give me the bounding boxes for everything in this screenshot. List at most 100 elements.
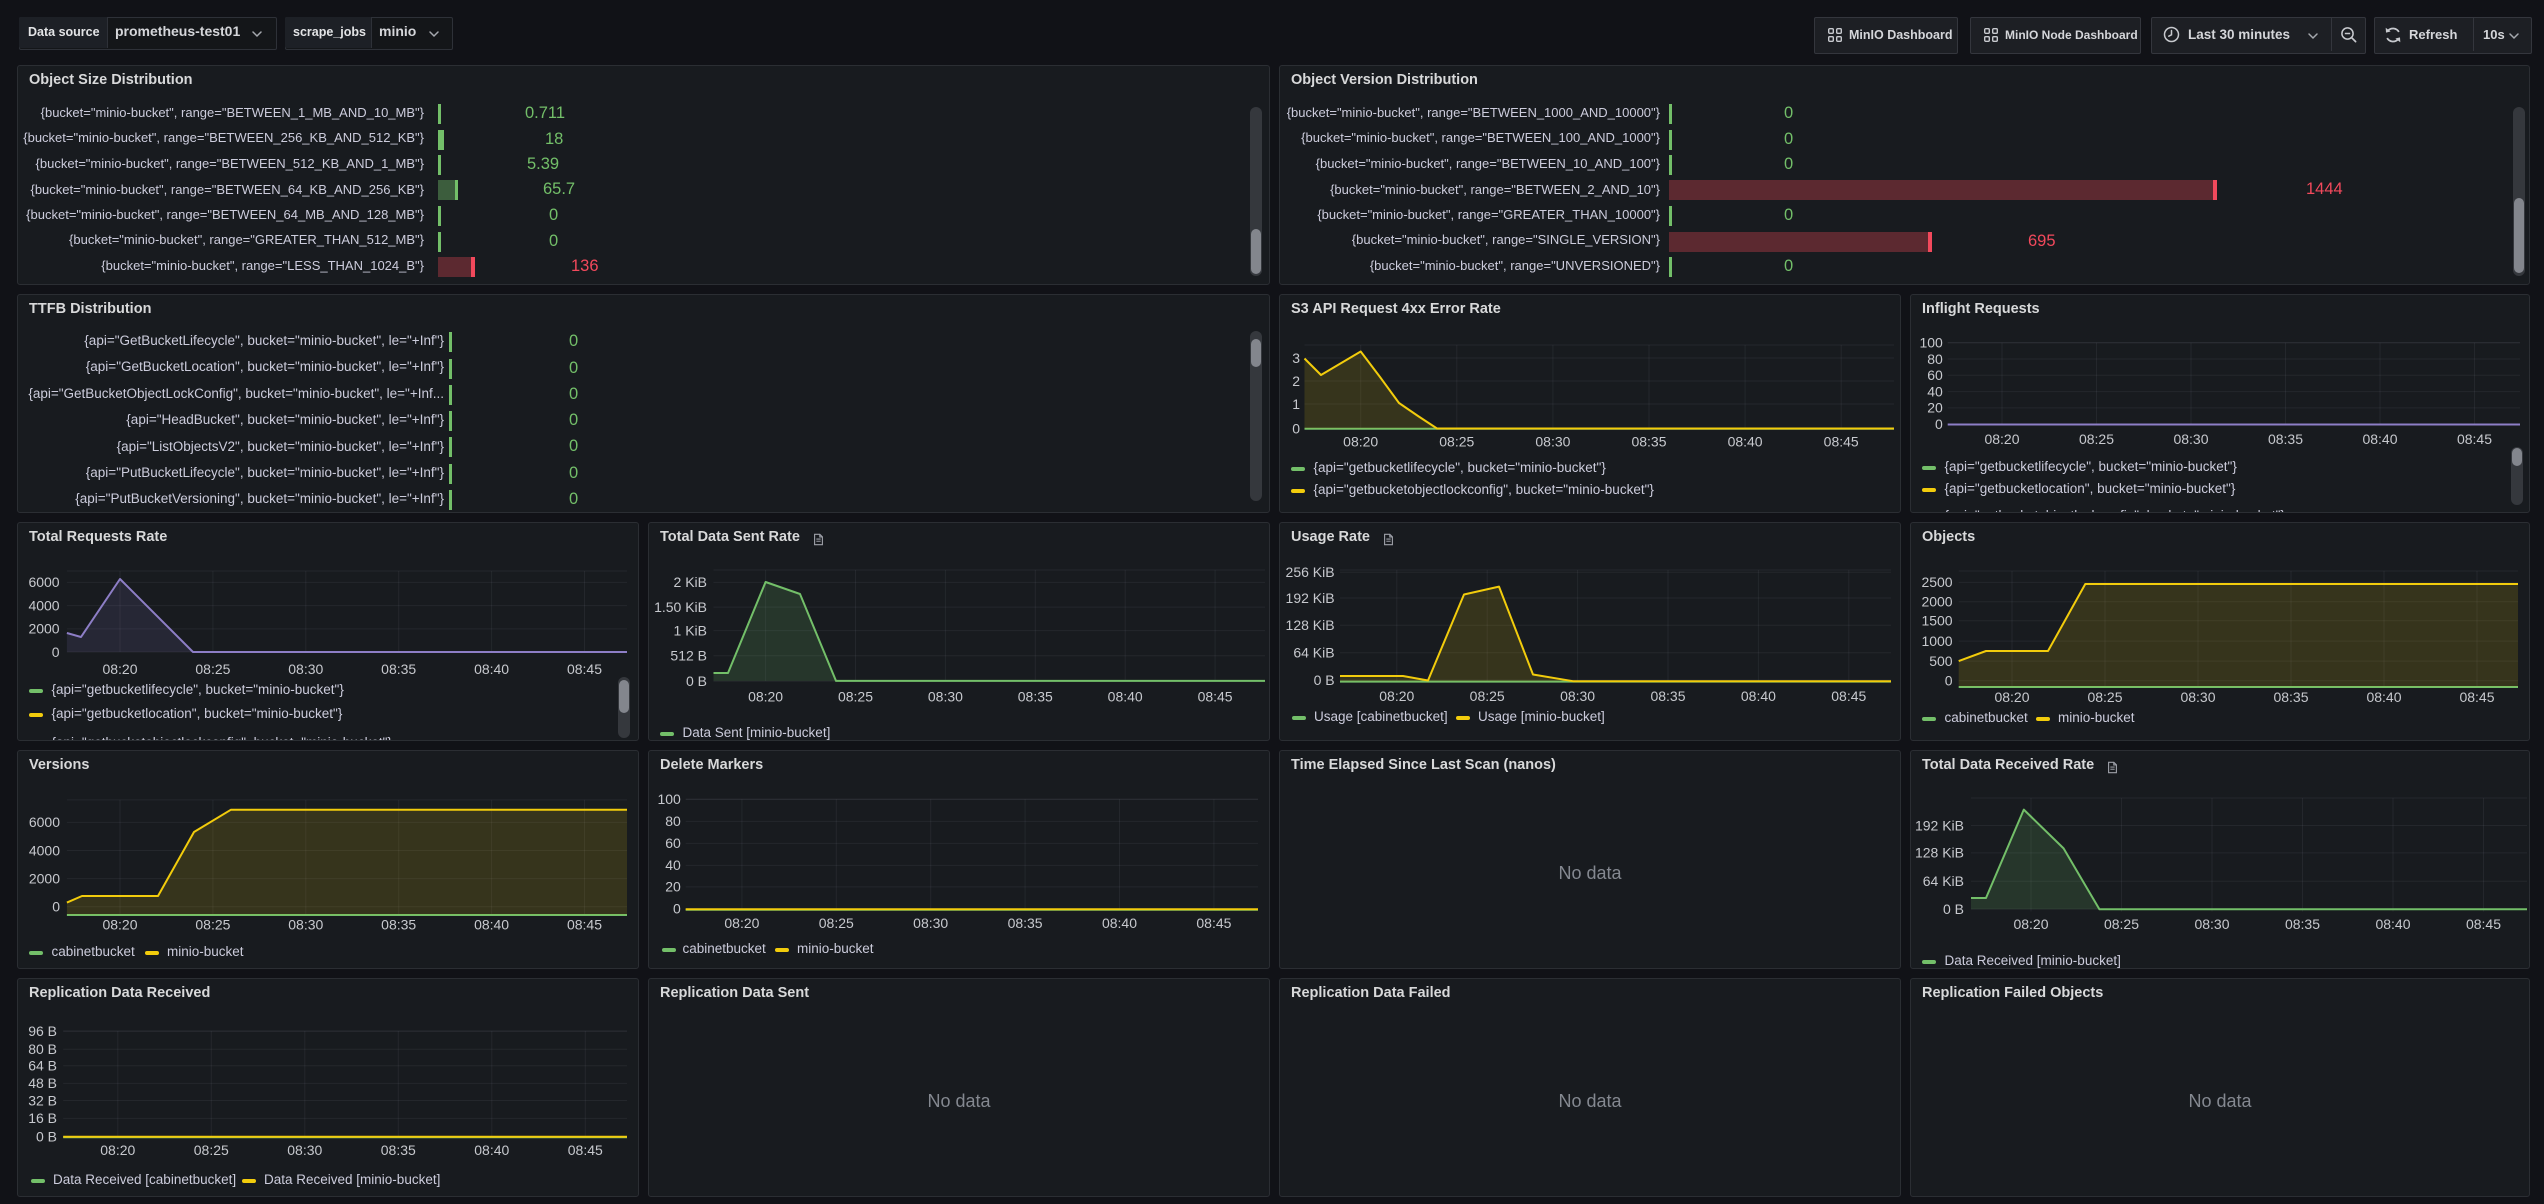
svg-text:256 KiB: 256 KiB	[1286, 564, 1335, 580]
svg-text:08:45: 08:45	[1824, 434, 1859, 450]
svg-text:08:35: 08:35	[381, 1142, 416, 1158]
svg-text:1500: 1500	[1921, 613, 1952, 629]
svg-text:2000: 2000	[29, 870, 60, 886]
svg-text:08:35: 08:35	[2273, 689, 2308, 705]
svg-text:64 KiB: 64 KiB	[1293, 645, 1334, 661]
svg-text:0: 0	[1292, 420, 1300, 436]
svg-text:64 KiB: 64 KiB	[1923, 873, 1964, 889]
svg-text:500: 500	[1929, 653, 1953, 669]
svg-text:4000: 4000	[29, 842, 60, 858]
svg-text:08:40: 08:40	[1728, 434, 1763, 450]
svg-text:2500: 2500	[1921, 574, 1952, 590]
svg-text:08:45: 08:45	[2459, 689, 2494, 705]
svg-text:08:30: 08:30	[928, 689, 963, 705]
svg-text:08:35: 08:35	[1018, 689, 1053, 705]
svg-text:08:35: 08:35	[1650, 688, 1685, 704]
svg-text:128 KiB: 128 KiB	[1286, 617, 1335, 633]
svg-text:08:30: 08:30	[287, 1142, 322, 1158]
svg-text:08:30: 08:30	[1560, 688, 1595, 704]
svg-text:08:35: 08:35	[381, 917, 416, 933]
svg-text:20: 20	[1927, 400, 1943, 416]
svg-text:0: 0	[52, 644, 60, 660]
svg-text:08:35: 08:35	[1008, 915, 1043, 931]
svg-text:20: 20	[665, 879, 681, 895]
svg-text:60: 60	[665, 835, 681, 851]
svg-text:08:45: 08:45	[1196, 915, 1231, 931]
svg-text:40: 40	[1927, 383, 1943, 399]
svg-text:64 B: 64 B	[28, 1058, 57, 1074]
svg-text:08:20: 08:20	[102, 917, 137, 933]
svg-text:08:35: 08:35	[2268, 431, 2303, 447]
svg-text:80: 80	[1927, 351, 1943, 367]
svg-text:08:20: 08:20	[100, 1142, 135, 1158]
svg-text:08:25: 08:25	[819, 915, 854, 931]
svg-text:08:20: 08:20	[102, 661, 137, 677]
svg-text:48 B: 48 B	[28, 1075, 57, 1091]
svg-text:08:40: 08:40	[2375, 916, 2410, 932]
svg-text:4000: 4000	[28, 597, 59, 613]
svg-text:08:45: 08:45	[2457, 431, 2492, 447]
svg-text:08:45: 08:45	[1831, 688, 1866, 704]
svg-text:08:30: 08:30	[288, 661, 323, 677]
svg-text:192 KiB: 192 KiB	[1286, 590, 1335, 606]
svg-text:08:20: 08:20	[748, 689, 783, 705]
svg-text:08:25: 08:25	[1470, 688, 1505, 704]
svg-text:6000: 6000	[29, 814, 60, 830]
svg-text:08:25: 08:25	[195, 661, 230, 677]
svg-text:08:25: 08:25	[838, 689, 873, 705]
svg-text:16 B: 16 B	[28, 1110, 57, 1126]
svg-text:08:30: 08:30	[288, 917, 323, 933]
svg-text:08:35: 08:35	[2285, 916, 2320, 932]
svg-text:128 KiB: 128 KiB	[1915, 845, 1964, 861]
svg-text:32 B: 32 B	[28, 1092, 57, 1108]
svg-text:08:30: 08:30	[2194, 916, 2229, 932]
svg-text:08:40: 08:40	[1102, 915, 1137, 931]
svg-text:08:25: 08:25	[2104, 916, 2139, 932]
svg-text:0: 0	[1945, 673, 1953, 689]
svg-text:08:20: 08:20	[2013, 916, 2048, 932]
svg-text:08:30: 08:30	[1535, 434, 1570, 450]
svg-text:08:45: 08:45	[567, 917, 602, 933]
svg-text:1 KiB: 1 KiB	[674, 622, 707, 638]
svg-text:192 KiB: 192 KiB	[1915, 817, 1964, 833]
svg-text:96 B: 96 B	[28, 1023, 57, 1039]
svg-text:100: 100	[1919, 335, 1943, 351]
svg-text:08:25: 08:25	[2087, 689, 2122, 705]
svg-text:08:40: 08:40	[2362, 431, 2397, 447]
svg-text:08:40: 08:40	[474, 661, 509, 677]
svg-text:08:20: 08:20	[1984, 431, 2019, 447]
svg-text:08:40: 08:40	[474, 917, 509, 933]
svg-text:08:40: 08:40	[474, 1142, 509, 1158]
svg-text:60: 60	[1927, 367, 1943, 383]
svg-text:08:45: 08:45	[567, 661, 602, 677]
svg-text:512 B: 512 B	[670, 648, 707, 664]
svg-text:0: 0	[52, 899, 60, 915]
svg-text:08:20: 08:20	[1994, 689, 2029, 705]
svg-text:08:30: 08:30	[913, 915, 948, 931]
svg-text:0: 0	[1935, 416, 1943, 432]
svg-text:08:25: 08:25	[2079, 431, 2114, 447]
svg-text:08:20: 08:20	[724, 915, 759, 931]
svg-text:0 B: 0 B	[686, 673, 707, 689]
svg-text:100: 100	[657, 791, 681, 807]
svg-text:2 KiB: 2 KiB	[674, 574, 707, 590]
svg-text:08:45: 08:45	[568, 1142, 603, 1158]
svg-text:08:45: 08:45	[1198, 689, 1233, 705]
svg-text:08:40: 08:40	[1741, 688, 1776, 704]
svg-text:08:25: 08:25	[194, 1142, 229, 1158]
svg-text:08:45: 08:45	[2466, 916, 2501, 932]
svg-text:0: 0	[673, 901, 681, 917]
svg-text:1: 1	[1292, 396, 1300, 412]
svg-text:6000: 6000	[28, 574, 59, 590]
svg-text:1000: 1000	[1921, 633, 1952, 649]
svg-text:0 B: 0 B	[1943, 901, 1964, 917]
svg-text:08:35: 08:35	[381, 661, 416, 677]
svg-text:80: 80	[665, 813, 681, 829]
svg-text:08:25: 08:25	[1439, 434, 1474, 450]
svg-text:08:20: 08:20	[1343, 434, 1378, 450]
svg-text:08:40: 08:40	[1108, 689, 1143, 705]
svg-text:2000: 2000	[1921, 594, 1952, 610]
svg-text:80 B: 80 B	[28, 1041, 57, 1057]
svg-text:08:30: 08:30	[2173, 431, 2208, 447]
svg-text:0 B: 0 B	[1314, 672, 1335, 688]
